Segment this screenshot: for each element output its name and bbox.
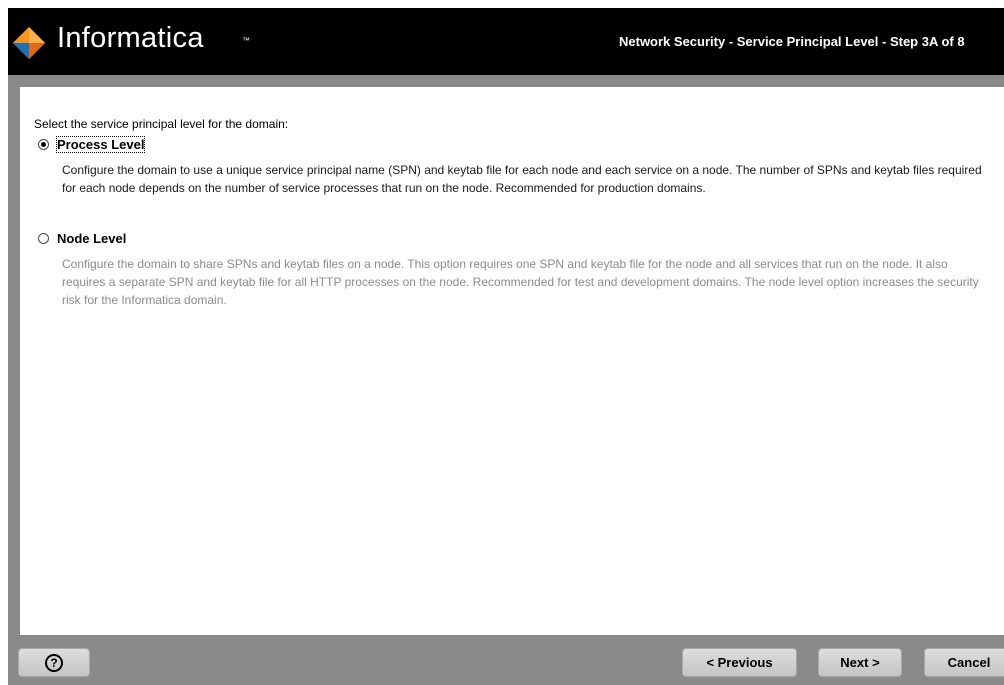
informatica-logo-icon (13, 27, 45, 59)
prompt-text: Select the service principal level for t… (34, 117, 289, 131)
header-bar: Informatica ™ Network Security - Service… (8, 8, 1004, 75)
node-level-description: Configure the domain to share SPNs and k… (62, 257, 979, 307)
brand-trademark: ™ (242, 36, 250, 45)
left-frame (8, 75, 20, 684)
content-panel: Select the service principal level for t… (20, 75, 1004, 635)
help-button[interactable]: ? (18, 648, 90, 677)
cancel-button[interactable]: Cancel (924, 648, 1004, 677)
step-title: Network Security - Service Principal Lev… (619, 34, 965, 49)
installer-window: Informatica ™ Network Security - Service… (0, 0, 1004, 685)
process-level-radio[interactable] (38, 139, 49, 150)
node-level-label[interactable]: Node Level (57, 231, 126, 246)
process-level-description: Configure the domain to use a unique ser… (62, 163, 982, 195)
footer-bar: ? < Previous Next > Cancel (8, 635, 1004, 685)
help-icon: ? (45, 653, 63, 672)
next-button[interactable]: Next > (818, 648, 902, 677)
option-process-level[interactable]: Process Level (38, 136, 146, 153)
option-node-level[interactable]: Node Level (38, 231, 126, 246)
node-level-radio[interactable] (38, 233, 49, 244)
previous-button[interactable]: < Previous (682, 648, 797, 677)
brand-name: Informatica (57, 22, 204, 54)
process-level-label[interactable]: Process Level (55, 136, 146, 153)
top-strip (0, 0, 1004, 8)
